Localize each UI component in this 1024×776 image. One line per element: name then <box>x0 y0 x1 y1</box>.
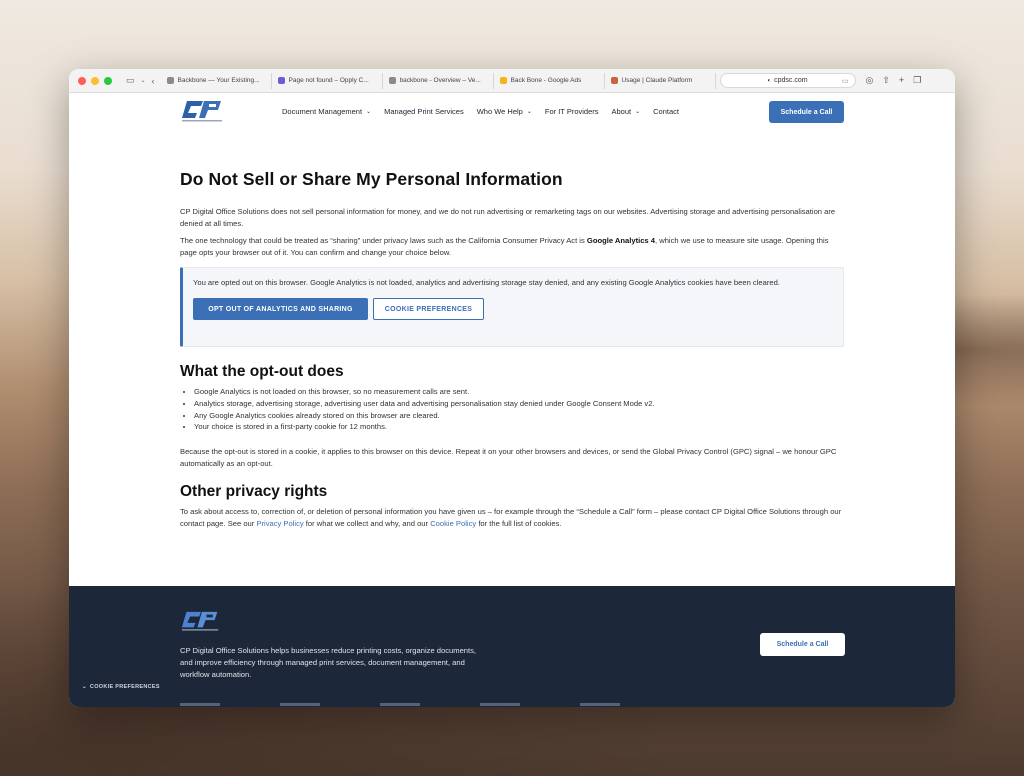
tab-title: Page not found – Opply C... <box>288 77 369 84</box>
ga-paragraph: The one technology that could be treated… <box>180 235 844 258</box>
share-icon[interactable]: ⇧ <box>882 75 890 86</box>
nav-item-label: About <box>611 107 632 116</box>
address-text: cpdsc.com <box>774 77 808 84</box>
tab-favicon-icon <box>610 77 618 84</box>
tab-title: Backbone — Your Existing... <box>177 77 260 84</box>
intro-paragraph: CP Digital Office Solutions does not sel… <box>180 207 836 228</box>
nav-item-label: Managed Print Services <box>384 107 464 116</box>
opt-out-button[interactable]: OPT OUT OF ANALYTICS AND SHARING <box>193 298 368 320</box>
chevron-down-icon: ⌄ <box>82 684 87 690</box>
cookie-preferences-button[interactable]: COOKIE PREFERENCES <box>373 298 484 320</box>
browser-tab[interactable]: Page not found – Opply C... <box>272 72 383 89</box>
tab-title: Usage | Claude Platform <box>621 77 693 84</box>
main-content: Do Not Sell or Share My Personal Informa… <box>180 169 844 529</box>
ga-name: Google Analytics 4 <box>586 236 655 245</box>
tab-title: backbone - Overview – Ve... <box>399 77 481 84</box>
rights-text-c: for the full list of cookies. <box>476 518 562 528</box>
footer-column-heading <box>380 703 420 706</box>
footer-columns <box>180 703 620 706</box>
ga-text-a: The one technology that could be treated… <box>180 236 587 245</box>
nav-item[interactable]: Document Management ⌄ <box>282 107 371 116</box>
footer-schedule-call-button[interactable]: Schedule a Call <box>760 633 845 656</box>
back-icon[interactable]: ‹ <box>152 76 155 86</box>
footer-column-heading <box>280 703 320 706</box>
schedule-call-button[interactable]: Schedule a Call <box>769 101 844 123</box>
tab-favicon-icon <box>277 77 285 84</box>
browser-tab[interactable]: backbone - Overview – Ve... <box>383 72 494 89</box>
rights-heading: Other privacy rights <box>180 483 328 501</box>
nav-item[interactable]: About ⌄ <box>612 107 641 116</box>
nav-item[interactable]: Who We Help ⌄ <box>477 107 532 116</box>
site-header: Document Management ⌄ Managed Print Servic… <box>69 93 955 131</box>
nav-item[interactable]: For IT Providers <box>545 107 599 116</box>
opt-out-notice: You are opted out on this browser. Googl… <box>180 267 844 347</box>
nav-item-label: For IT Providers <box>544 107 599 116</box>
cp-logo[interactable] <box>181 99 225 123</box>
nav-item[interactable]: Contact <box>653 107 679 116</box>
browser-window: ▭ ⌄ ‹ Backbone — Your Existing... Page no… <box>69 69 955 707</box>
extensions-icon[interactable]: ◎ <box>866 75 874 86</box>
tab-favicon-icon <box>499 77 507 84</box>
footer-column-heading <box>180 703 220 706</box>
rights-paragraph: To ask about access to, correction of, o… <box>180 506 844 529</box>
list-item: Any Google Analytics cookies already sto… <box>194 410 844 422</box>
list-item: Your choice is stored in a first-party c… <box>194 421 844 433</box>
minimize-window-button[interactable] <box>91 76 99 85</box>
reader-icon[interactable]: ▭ <box>842 77 849 85</box>
tab-title: Back Bone - Google Ads <box>510 77 582 84</box>
chevron-down-icon[interactable]: ⌄ <box>141 77 146 84</box>
browser-tab[interactable]: Backbone — Your Existing... <box>161 72 272 89</box>
list-item: Analytics storage, advertising storage, … <box>194 398 844 410</box>
browser-tab[interactable]: Usage | Claude Platform <box>605 72 716 89</box>
close-window-button[interactable] <box>78 76 86 85</box>
notice-buttons: OPT OUT OF ANALYTICS AND SHARING COOKIE … <box>193 298 833 320</box>
page-title: Do Not Sell or Share My Personal Informa… <box>180 169 563 189</box>
footer-description: CP Digital Office Solutions helps busine… <box>180 646 477 679</box>
notice-text: You are opted out on this browser. Googl… <box>193 278 780 287</box>
cookie-note: Because the opt-out is stored in a cooki… <box>180 447 837 468</box>
tab-bar: Backbone — Your Existing... Page not foun… <box>161 72 716 90</box>
optout-list: Google Analytics is not loaded on this b… <box>180 386 844 433</box>
new-tab-icon[interactable]: + <box>899 75 904 86</box>
window-controls <box>78 76 112 85</box>
cookie-preferences-toggle[interactable]: ⌄ COOKIE PREFERENCES <box>82 684 160 690</box>
chevron-down-icon: ⌄ <box>366 109 372 115</box>
nav-item-label: Who We Help <box>476 107 523 116</box>
rights-text-b: for what we collect and why, and our <box>303 518 431 528</box>
list-item: Google Analytics is not loaded on this b… <box>194 386 844 398</box>
chevron-down-icon: ⌄ <box>635 109 641 115</box>
footer-logo[interactable] <box>181 608 221 634</box>
browser-toolbar: ▭ ⌄ ‹ Backbone — Your Existing... Page no… <box>69 69 955 93</box>
privacy-policy-link[interactable]: Privacy Policy <box>256 519 303 528</box>
zoom-window-button[interactable] <box>104 76 112 85</box>
optout-heading: What the opt-out does <box>180 363 344 380</box>
nav-item-label: Contact <box>653 107 679 116</box>
site-footer: CP Digital Office Solutions helps busine… <box>69 586 955 707</box>
toolbar-left-icons: ▭ ⌄ ‹ <box>126 75 155 86</box>
cookie-policy-link[interactable]: Cookie Policy <box>430 519 476 528</box>
footer-column-heading <box>480 703 520 706</box>
privacy-icon: ◐ <box>767 77 772 84</box>
tab-favicon-icon <box>388 77 396 84</box>
main-menu: Document Management ⌄ Managed Print Servic… <box>282 107 692 116</box>
nav-item[interactable]: Managed Print Services <box>384 107 464 116</box>
sidebar-icon[interactable]: ▭ <box>126 75 135 86</box>
tab-favicon-icon <box>166 77 174 84</box>
footer-column-heading <box>580 703 620 706</box>
chevron-down-icon: ⌄ <box>526 109 532 115</box>
nav-item-label: Document Management <box>282 107 363 116</box>
address-bar[interactable]: ◐ cpdsc.com ▭ <box>719 73 856 88</box>
cookie-preferences-label: COOKIE PREFERENCES <box>89 684 160 690</box>
toolbar-right-icons: ◎ ⇧ + ❐ <box>866 75 922 86</box>
tab-overview-icon[interactable]: ❐ <box>913 75 921 86</box>
browser-tab[interactable]: Back Bone - Google Ads <box>494 72 605 89</box>
